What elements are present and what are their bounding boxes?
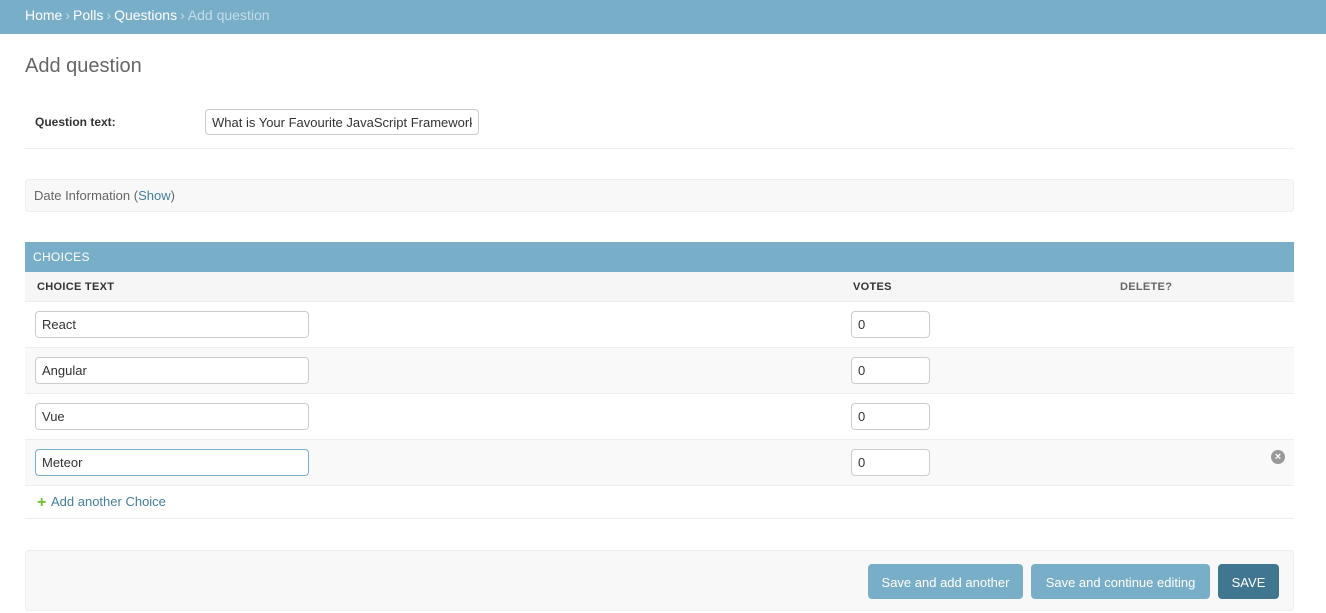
votes-input[interactable] — [851, 311, 930, 338]
breadcrumb-separator: › — [65, 7, 71, 23]
choice-text-input[interactable] — [35, 449, 309, 476]
choice-row — [25, 302, 1294, 348]
choice-text-input[interactable] — [35, 403, 309, 430]
choices-caption: CHOICES — [25, 242, 1294, 272]
breadcrumb-polls-link[interactable]: Polls — [73, 7, 103, 23]
add-another-choice-link[interactable]: + Add another Choice — [37, 494, 166, 511]
votes-input[interactable] — [851, 403, 930, 430]
date-information-label: Date Information — [34, 188, 131, 203]
breadcrumb-current: Add question — [187, 7, 270, 23]
breadcrumb-home-link[interactable]: Home — [25, 7, 62, 23]
votes-input[interactable] — [851, 357, 930, 384]
choice-text-input[interactable] — [35, 357, 309, 384]
date-information-fieldset: Date Information (Show) — [25, 179, 1294, 212]
save-and-continue-button[interactable]: Save and continue editing — [1031, 564, 1210, 599]
breadcrumb-separator: › — [180, 7, 185, 23]
add-another-choice-row: + Add another Choice — [25, 486, 1294, 519]
votes-column-header: Votes — [853, 281, 892, 293]
choice-row: × — [25, 440, 1294, 486]
plus-icon: + — [37, 494, 47, 511]
question-text-input[interactable] — [205, 109, 479, 135]
choice-text-column-header: Choice text — [37, 281, 115, 293]
votes-input[interactable] — [851, 449, 930, 476]
add-another-choice-label: Add another Choice — [51, 494, 166, 509]
date-information-close-paren: ) — [170, 188, 175, 203]
breadcrumb-questions-link[interactable]: Questions — [114, 7, 177, 23]
submit-row: Save and add another Save and continue e… — [25, 550, 1294, 611]
choices-inline-group: CHOICES Choice text Votes Delete? × + Add… — [25, 242, 1294, 519]
choice-row — [25, 394, 1294, 440]
save-button[interactable]: SAVE — [1218, 564, 1279, 599]
delete-row-icon[interactable]: × — [1271, 450, 1285, 464]
choices-table-header: Choice text Votes Delete? — [25, 272, 1294, 302]
date-information-open-paren: ( — [130, 188, 139, 203]
question-text-row: Question text: — [25, 102, 1294, 149]
delete-column-header: Delete? — [1120, 281, 1173, 293]
breadcrumb: Home › Polls › Questions › Add question — [0, 0, 1326, 34]
choice-text-input[interactable] — [35, 311, 309, 338]
question-text-label: Question text: — [35, 115, 116, 129]
breadcrumb-separator: › — [106, 7, 112, 23]
date-information-show-link[interactable]: Show — [138, 188, 171, 203]
page-title: Add question — [25, 55, 142, 77]
choice-row — [25, 348, 1294, 394]
save-and-add-another-button[interactable]: Save and add another — [868, 564, 1023, 599]
